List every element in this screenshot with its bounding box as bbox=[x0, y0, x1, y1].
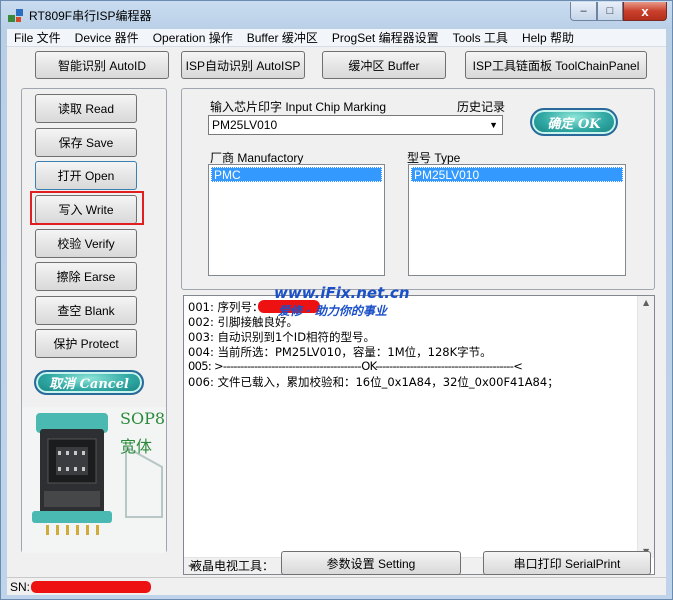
autoisp-button[interactable]: ISP自动识别 AutoISP bbox=[181, 51, 305, 79]
lcd-tool-label: 液晶电视工具： bbox=[190, 559, 275, 573]
menu-tools[interactable]: Tools 工具 bbox=[446, 29, 515, 46]
close-button[interactable]: x bbox=[623, 2, 667, 21]
menu-file[interactable]: File 文件 bbox=[7, 29, 68, 46]
log-line-5: 005: >----------------------------------… bbox=[188, 359, 523, 373]
serialprint-button[interactable]: 串口打印 SerialPrint bbox=[483, 551, 651, 575]
sn-redaction bbox=[31, 581, 151, 593]
watermark-slogan: 爱修 · 助力你的事业 bbox=[278, 304, 387, 318]
cancel-button[interactable]: 取消 Cancel bbox=[34, 370, 144, 395]
log-line-4: 004: 当前所选：PM25LV010，容量：1M位，128K字节。 bbox=[188, 345, 492, 359]
menu-buffer[interactable]: Buffer 缓冲区 bbox=[240, 29, 325, 46]
maximize-icon: □ bbox=[606, 5, 614, 17]
verify-button[interactable]: 校验 Verify bbox=[35, 229, 137, 258]
maximize-button[interactable]: □ bbox=[597, 2, 623, 21]
type-item-selected[interactable]: PM25LV010 bbox=[411, 167, 623, 182]
log-line-1: 001: 序列号： bbox=[188, 300, 264, 314]
sop8-socket-icon bbox=[22, 407, 166, 553]
dropdown-arrow-icon[interactable]: ▼ bbox=[489, 120, 498, 130]
protect-button[interactable]: 保护 Protect bbox=[35, 329, 137, 358]
sn-label: SN: bbox=[10, 580, 31, 594]
toolchain-panel-button[interactable]: ISP工具链面板 ToolChainPanel bbox=[465, 51, 647, 79]
minimize-icon: – bbox=[580, 5, 587, 17]
autoid-button[interactable]: 智能识别 AutoID bbox=[35, 51, 169, 79]
blank-button[interactable]: 查空 Blank bbox=[35, 296, 137, 325]
main-window: RT809F串行ISP编程器 – □ x File 文件 Device 器件 O… bbox=[0, 0, 673, 600]
chip-marking-value: PM25LV010 bbox=[212, 118, 278, 132]
menu-device[interactable]: Device 器件 bbox=[68, 29, 146, 46]
manufactory-list[interactable]: PMC bbox=[208, 164, 385, 276]
setting-button[interactable]: 参数设置 Setting bbox=[281, 551, 461, 575]
menu-operation[interactable]: Operation 操作 bbox=[146, 29, 240, 46]
log-vertical-scrollbar[interactable]: ▲ ▼ bbox=[637, 296, 654, 558]
menu-help[interactable]: Help 帮助 bbox=[515, 29, 581, 46]
app-icon bbox=[8, 9, 23, 22]
read-button[interactable]: 读取 Read bbox=[35, 94, 137, 123]
client-area: 智能识别 AutoID ISP自动识别 AutoISP 缓冲区 Buffer I… bbox=[7, 47, 666, 577]
log-output[interactable]: 001: 序列号： 002: 引脚接触良好。 003: 自动识别到1个ID相符的… bbox=[183, 284, 655, 575]
write-highlight-box bbox=[30, 191, 144, 225]
socket-image: SOP8 宽体 bbox=[22, 407, 166, 553]
erase-button[interactable]: 擦除 Earse bbox=[35, 262, 137, 291]
menu-bar: File 文件 Device 器件 Operation 操作 Buffer 缓冲… bbox=[7, 29, 666, 47]
title-bar[interactable]: RT809F串行ISP编程器 – □ x bbox=[1, 1, 672, 29]
type-list[interactable]: PM25LV010 bbox=[408, 164, 626, 276]
chip-select-panel: 输入芯片印字 Input Chip Marking 历史记录 PM25LV010… bbox=[181, 88, 655, 290]
manufactory-item-selected[interactable]: PMC bbox=[211, 167, 382, 182]
chip-marking-combobox[interactable]: PM25LV010 ▼ bbox=[208, 115, 503, 135]
watermark-url: www.iFix.net.cn bbox=[274, 284, 410, 302]
history-label: 历史记录 bbox=[457, 100, 506, 114]
menu-progset[interactable]: ProgSet 编程器设置 bbox=[325, 29, 446, 46]
socket-caption-sop8: SOP8 bbox=[120, 409, 166, 428]
log-line-3: 003: 自动识别到1个ID相符的型号。 bbox=[188, 330, 376, 344]
window-title: RT809F串行ISP编程器 bbox=[29, 9, 152, 23]
log-line-6: 006: 文件已载入，累加校验和：16位_0x1A84，32位_0x00F41A… bbox=[188, 375, 559, 389]
open-button[interactable]: 打开 Open bbox=[35, 161, 137, 190]
buffer-button[interactable]: 缓冲区 Buffer bbox=[322, 51, 446, 79]
save-button[interactable]: 保存 Save bbox=[35, 128, 137, 157]
ok-button[interactable]: 确定 OK bbox=[530, 108, 618, 136]
socket-caption-wide: 宽体 bbox=[120, 437, 153, 456]
status-bar: SN: bbox=[7, 577, 666, 595]
left-panel: 读取 Read 保存 Save 打开 Open 写入 Write 校验 Veri… bbox=[21, 88, 167, 553]
minimize-button[interactable]: – bbox=[570, 2, 597, 21]
close-icon: x bbox=[641, 3, 649, 19]
chip-marking-label: 输入芯片印字 Input Chip Marking bbox=[210, 100, 387, 114]
scroll-up-icon[interactable]: ▲ bbox=[643, 298, 649, 307]
